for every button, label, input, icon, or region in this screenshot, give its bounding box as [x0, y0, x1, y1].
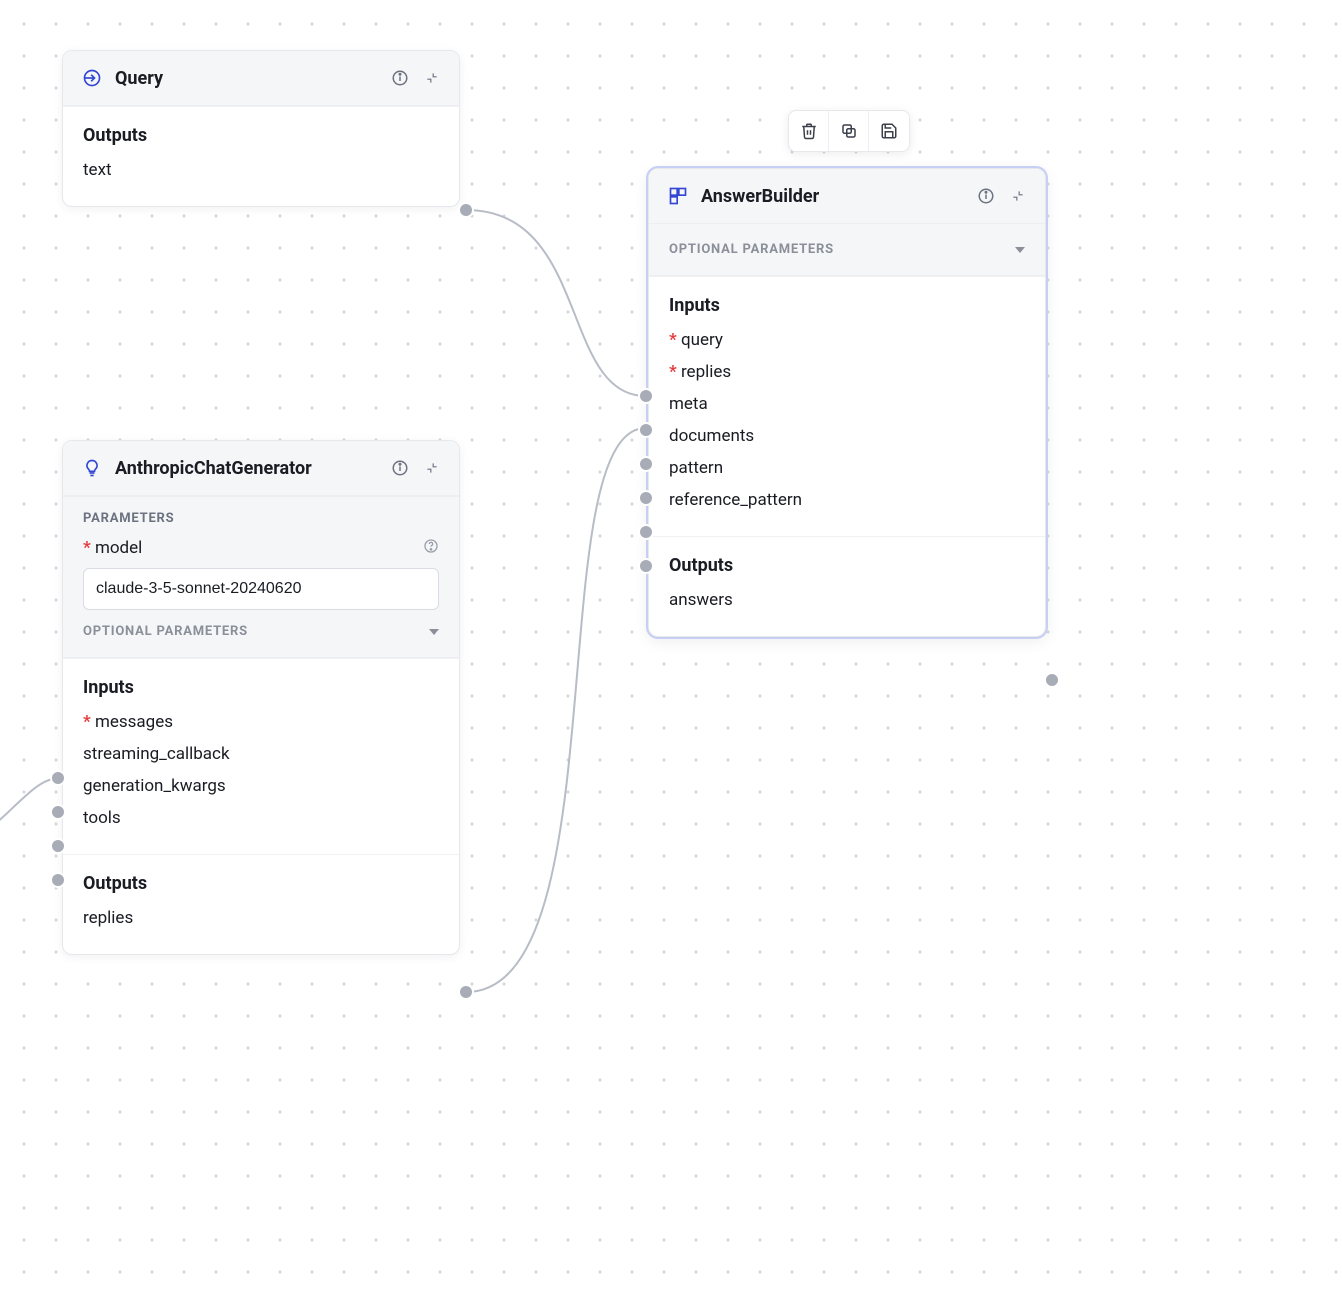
port-ab-meta-in[interactable]: [638, 456, 654, 472]
help-icon[interactable]: [423, 538, 439, 558]
outputs-heading: Outputs: [83, 125, 439, 146]
port-anthropic-replies-out[interactable]: [458, 984, 474, 1000]
inputs-heading: Inputs: [83, 677, 439, 698]
collapse-icon[interactable]: [1009, 187, 1027, 205]
input-query: query: [669, 324, 1025, 356]
save-button[interactable]: [869, 111, 909, 151]
node-answer-builder[interactable]: AnswerBuilder OPTIONAL PARAMETERS Inputs…: [648, 168, 1046, 637]
node-anthropic-chat-generator[interactable]: AnthropicChatGenerator PARAMETERS model …: [62, 440, 460, 955]
param-model-input[interactable]: [83, 568, 439, 610]
node-header: AnthropicChatGenerator: [63, 441, 459, 496]
optional-parameters-toggle[interactable]: OPTIONAL PARAMETERS: [649, 224, 1045, 276]
port-anthropic-genkwargs-in[interactable]: [50, 838, 66, 854]
outputs-section: Outputs replies: [63, 854, 459, 954]
node-title: AnswerBuilder: [701, 186, 965, 207]
port-ab-replies-in[interactable]: [638, 422, 654, 438]
info-icon[interactable]: [391, 459, 409, 477]
collapse-icon[interactable]: [423, 459, 441, 477]
optional-parameters-label: OPTIONAL PARAMETERS: [83, 624, 248, 639]
input-documents: documents: [669, 420, 1025, 452]
blocks-icon: [667, 185, 689, 207]
parameters-section: PARAMETERS model OPTIONAL PARAMETERS: [63, 496, 459, 658]
output-replies: replies: [83, 902, 439, 934]
pipeline-canvas[interactable]: Query Outputs text AnthropicChatGenerato…: [0, 0, 1342, 1302]
port-anthropic-streaming-in[interactable]: [50, 804, 66, 820]
port-anthropic-tools-in[interactable]: [50, 872, 66, 888]
input-reference-pattern: reference_pattern: [669, 484, 1025, 516]
port-ab-pattern-in[interactable]: [638, 524, 654, 540]
input-arrow-icon: [81, 67, 103, 89]
input-meta: meta: [669, 388, 1025, 420]
output-answers: answers: [669, 584, 1025, 616]
inputs-section: Inputs messages streaming_callback gener…: [63, 658, 459, 854]
chevron-down-icon: [429, 629, 439, 635]
node-header: AnswerBuilder: [649, 169, 1045, 224]
parameters-heading: PARAMETERS: [83, 511, 439, 526]
node-title: Query: [115, 68, 379, 89]
outputs-heading: Outputs: [669, 555, 1025, 576]
info-icon[interactable]: [391, 69, 409, 87]
port-anthropic-messages-in[interactable]: [50, 770, 66, 786]
node-toolbar: [788, 110, 910, 152]
input-generation-kwargs: generation_kwargs: [83, 770, 439, 802]
chevron-down-icon: [1015, 247, 1025, 253]
port-query-text-out[interactable]: [458, 202, 474, 218]
inputs-heading: Inputs: [669, 295, 1025, 316]
optional-parameters-toggle[interactable]: OPTIONAL PARAMETERS: [83, 610, 439, 639]
input-tools: tools: [83, 802, 439, 834]
input-messages: messages: [83, 706, 439, 738]
delete-button[interactable]: [789, 111, 829, 151]
info-icon[interactable]: [977, 187, 995, 205]
port-ab-answers-out[interactable]: [1044, 672, 1060, 688]
duplicate-button[interactable]: [829, 111, 869, 151]
outputs-heading: Outputs: [83, 873, 439, 894]
input-streaming-callback: streaming_callback: [83, 738, 439, 770]
node-query[interactable]: Query Outputs text: [62, 50, 460, 207]
port-ab-documents-in[interactable]: [638, 490, 654, 506]
input-pattern: pattern: [669, 452, 1025, 484]
input-replies: replies: [669, 356, 1025, 388]
outputs-section: Outputs text: [63, 106, 459, 206]
node-title: AnthropicChatGenerator: [115, 458, 379, 479]
node-header: Query: [63, 51, 459, 106]
collapse-icon[interactable]: [423, 69, 441, 87]
port-ab-query-in[interactable]: [638, 388, 654, 404]
lightbulb-icon: [81, 457, 103, 479]
optional-parameters-label: OPTIONAL PARAMETERS: [669, 242, 834, 257]
port-ab-refpattern-in[interactable]: [638, 558, 654, 574]
inputs-section: Inputs query replies meta documents patt…: [649, 276, 1045, 536]
outputs-section: Outputs answers: [649, 536, 1045, 636]
output-text: text: [83, 154, 439, 186]
param-model-label: model: [83, 538, 142, 558]
